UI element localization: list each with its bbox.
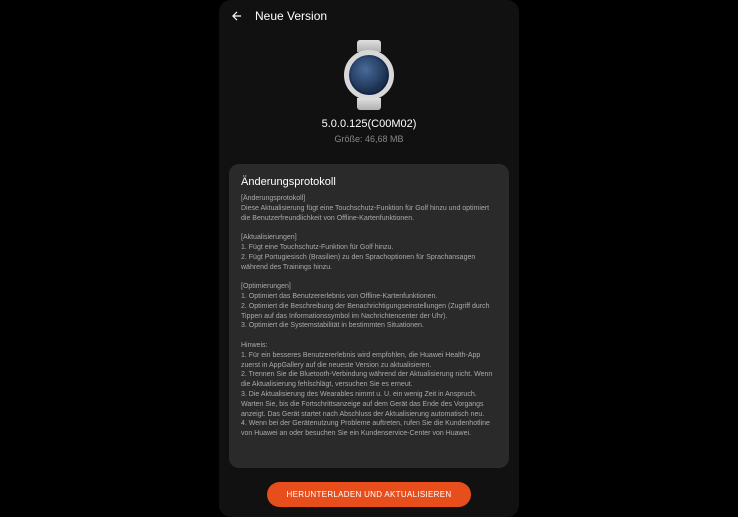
header: Neue Version bbox=[219, 0, 519, 32]
watch-image bbox=[334, 40, 404, 110]
back-icon[interactable] bbox=[229, 8, 245, 24]
changelog-body: [Änderungsprotokoll] Diese Aktualisierun… bbox=[241, 194, 497, 439]
page-title: Neue Version bbox=[255, 9, 327, 23]
version-label: 5.0.0.125(C00M02) bbox=[322, 118, 417, 130]
update-screen: Neue Version 5.0.0.125(C00M02) Größe: 46… bbox=[219, 0, 519, 517]
device-info: 5.0.0.125(C00M02) Größe: 46,68 MB bbox=[219, 32, 519, 156]
changelog-title: Änderungsprotokoll bbox=[241, 176, 497, 188]
size-label: Größe: 46,68 MB bbox=[334, 134, 403, 144]
changelog-card: Änderungsprotokoll [Änderungsprotokoll] … bbox=[229, 164, 509, 468]
download-update-button[interactable]: HERUNTERLADEN UND AKTUALISIEREN bbox=[267, 482, 472, 507]
